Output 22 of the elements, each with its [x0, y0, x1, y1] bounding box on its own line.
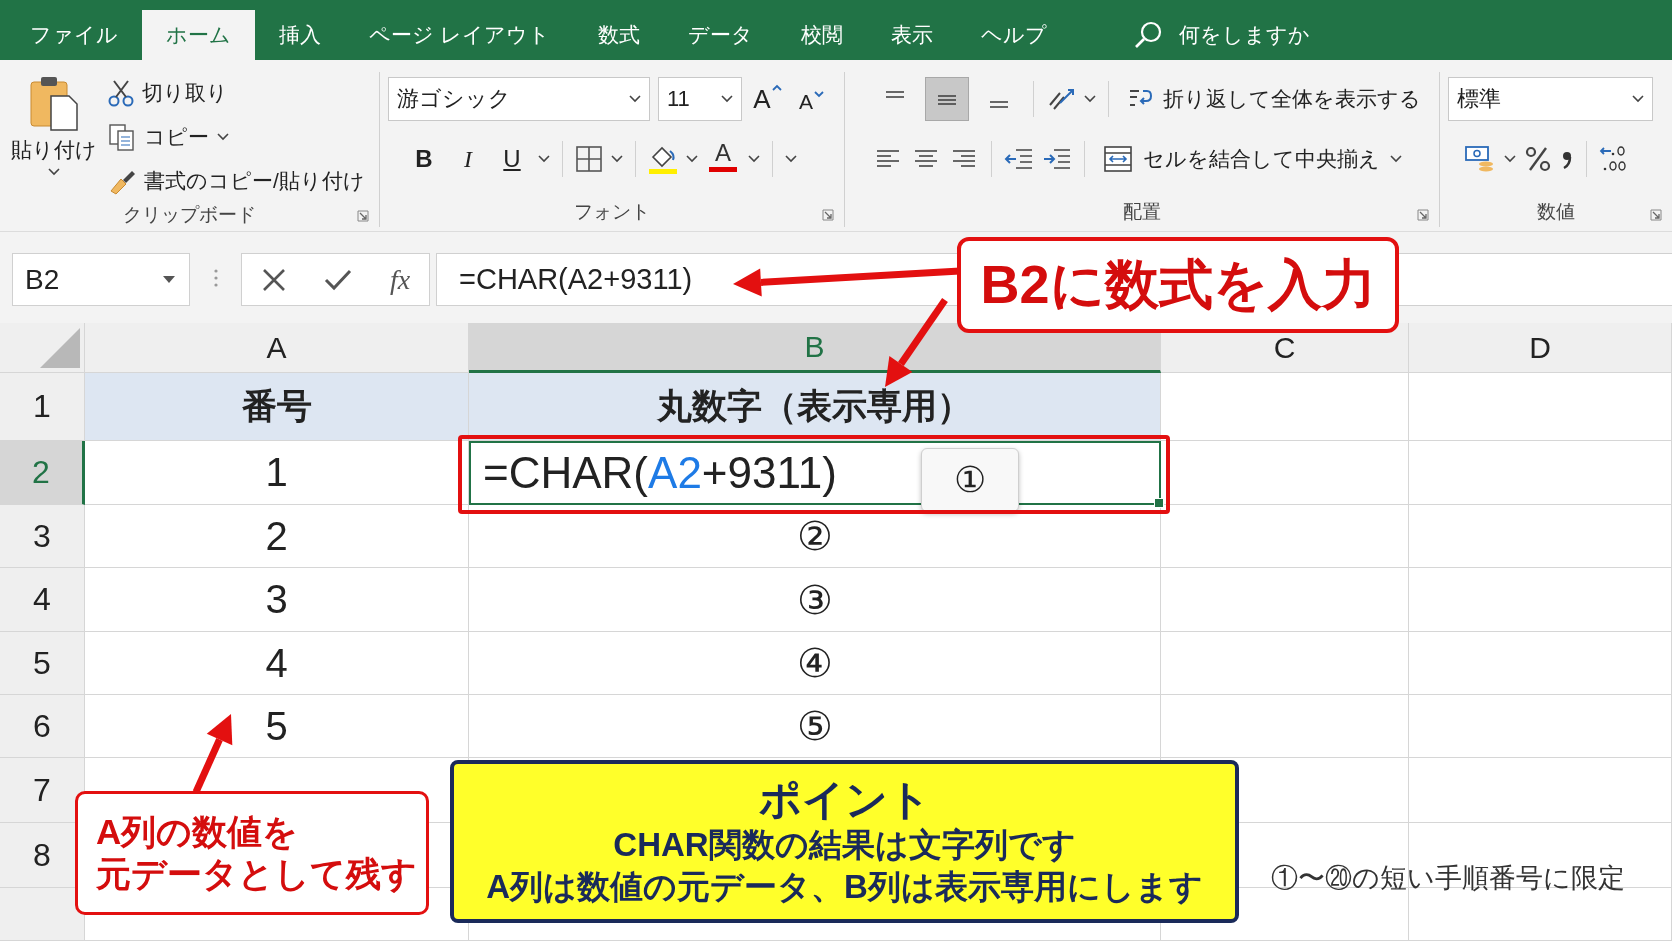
group-label: クリップボード [123, 203, 256, 227]
group-label: 配置 [1123, 200, 1161, 224]
table-cell: 3 [85, 568, 469, 632]
table-cell: 1 [85, 441, 469, 505]
preview-tooltip: ① [921, 448, 1019, 512]
table-cell: ③ [469, 568, 1161, 632]
group-label: フォント [574, 200, 650, 224]
table-cell: 丸数字（表示専用） [469, 373, 1161, 441]
callout-text: 元データとして残す [96, 853, 418, 895]
group-label: 数値 [1537, 200, 1575, 224]
point-title: ポイント [758, 776, 931, 825]
table-cell: 2 [85, 505, 469, 568]
table-cell: 番号 [85, 373, 469, 441]
table-cell: ⑤ [469, 695, 1161, 758]
callout-tooltip: B2に数式を入力 [957, 237, 1399, 333]
note-text: ①〜⑳の短い手順番号に限定 [1271, 862, 1625, 895]
point-text: A列は数値の元データ、B列は表示専用にします [486, 866, 1203, 907]
callout-text: A列の数値を [96, 811, 300, 853]
table-cell: 4 [85, 632, 469, 695]
formula-text: =CHAR(A2+9311) [483, 448, 837, 498]
point-text: CHAR関数の結果は文字列です [613, 825, 1076, 866]
table-cell: ④ [469, 632, 1161, 695]
